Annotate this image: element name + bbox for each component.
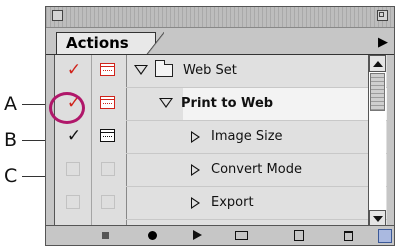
palette-button-bar	[46, 225, 394, 245]
command-label: Image Size	[211, 129, 283, 144]
actions-palette: Actions ▶ ✓ Web Set ✓ Print to Web ✓ Ima…	[45, 6, 395, 246]
action-set-label: Web Set	[183, 63, 237, 78]
new-action-icon[interactable]	[289, 228, 309, 243]
expand-triangle-icon[interactable]	[191, 131, 200, 143]
toggle-item-empty-box[interactable]	[66, 195, 80, 209]
dialog-toggle-icon[interactable]	[100, 63, 115, 76]
record-icon[interactable]	[143, 228, 163, 243]
resize-handle-icon[interactable]	[378, 229, 392, 243]
callout-a: A	[4, 93, 17, 115]
toggle-item-empty-box[interactable]	[66, 162, 80, 176]
palette-menu-icon[interactable]: ▶	[378, 35, 388, 50]
scroll-thumb[interactable]	[370, 73, 385, 111]
close-box-icon[interactable]	[52, 10, 63, 21]
scroll-up-icon[interactable]	[369, 55, 386, 72]
list-item[interactable]: Export	[55, 187, 387, 220]
action-label: Print to Web	[181, 96, 274, 111]
callout-a-ring	[49, 92, 85, 124]
tab-row: Actions ▶	[46, 28, 394, 55]
expand-triangle-icon[interactable]	[134, 65, 148, 75]
list-item[interactable]: ✓ Print to Web	[55, 88, 387, 121]
vertical-scrollbar[interactable]	[368, 55, 386, 227]
actions-list: ✓ Web Set ✓ Print to Web ✓ Image Size Co…	[54, 55, 387, 227]
play-icon[interactable]	[187, 228, 207, 243]
callout-c: C	[4, 165, 18, 187]
dialog-toggle-icon[interactable]	[100, 129, 115, 142]
dialog-toggle-empty-box[interactable]	[101, 195, 115, 209]
expand-triangle-icon[interactable]	[191, 197, 200, 209]
new-set-icon[interactable]	[232, 228, 252, 243]
stop-icon[interactable]	[96, 228, 116, 243]
expand-triangle-icon[interactable]	[191, 164, 200, 176]
zoom-box-icon[interactable]	[377, 10, 388, 21]
toggle-item-check-icon[interactable]: ✓	[66, 128, 82, 145]
list-item[interactable]: ✓ Web Set	[55, 55, 387, 88]
palette-title-bar[interactable]	[46, 7, 394, 28]
toggle-item-check-icon[interactable]: ✓	[66, 62, 82, 79]
trash-icon[interactable]	[339, 228, 359, 243]
callout-b: B	[4, 129, 18, 151]
command-label: Convert Mode	[211, 162, 302, 177]
dialog-toggle-empty-box[interactable]	[101, 162, 115, 176]
tab-actions[interactable]: Actions	[56, 32, 164, 55]
list-item[interactable]: ✓ Image Size	[55, 121, 387, 154]
command-label: Export	[211, 195, 254, 210]
folder-icon	[155, 60, 173, 77]
expand-triangle-icon[interactable]	[159, 98, 173, 108]
list-item[interactable]: Convert Mode	[55, 154, 387, 187]
dialog-toggle-icon[interactable]	[100, 96, 115, 109]
